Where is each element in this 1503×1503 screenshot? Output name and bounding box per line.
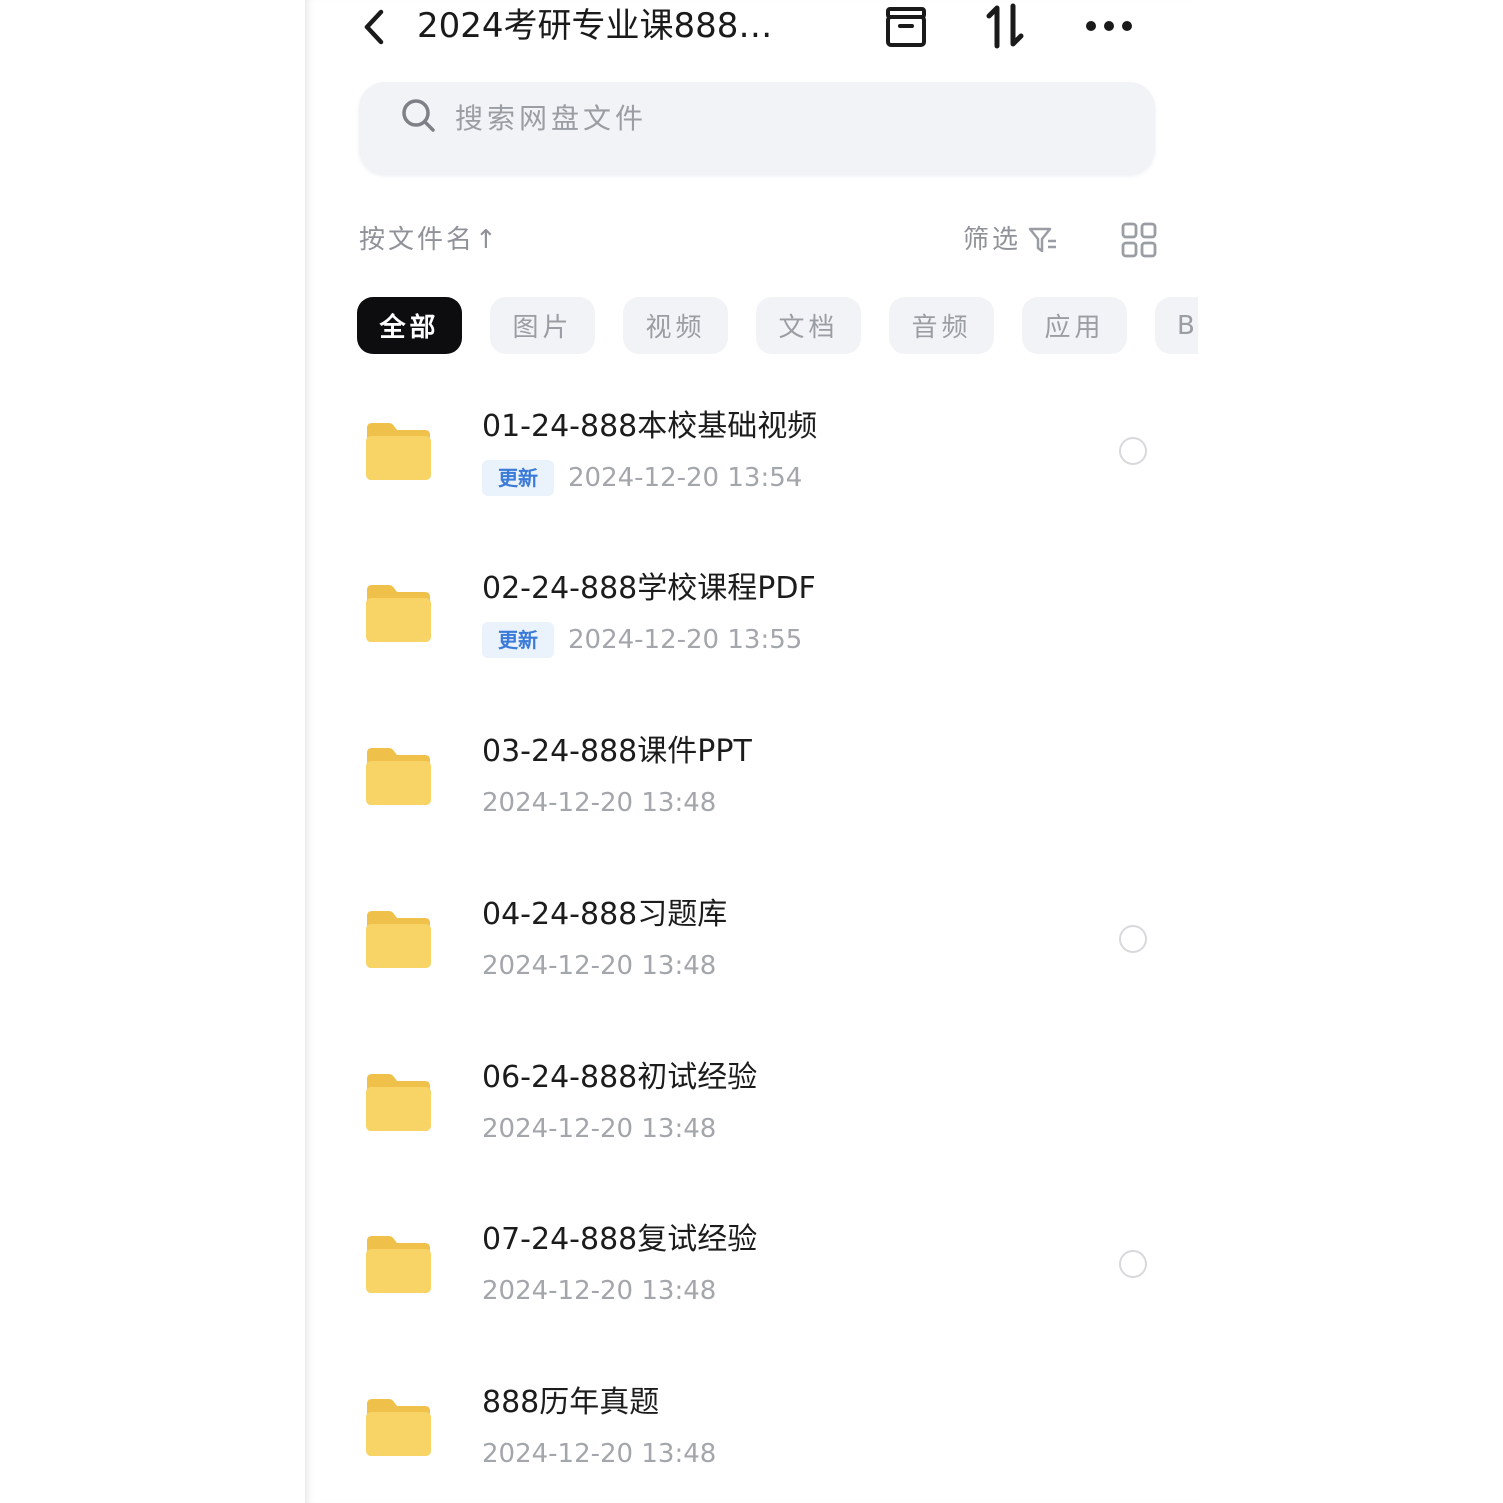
file-row[interactable]: 888历年真题 2024-12-20 13:48 [305, 1346, 1198, 1503]
file-row[interactable]: 04-24-888习题库 2024-12-20 13:48 [305, 858, 1198, 1018]
folder-icon [363, 582, 433, 644]
updated-badge: 更新 [482, 460, 554, 496]
tab-bt[interactable]: BT [1155, 297, 1198, 354]
file-meta: 2024-12-20 13:48 [482, 1271, 716, 1311]
file-date: 2024-12-20 13:48 [482, 951, 717, 981]
folder-icon [363, 1071, 433, 1133]
grid-view-icon[interactable] [1121, 222, 1157, 258]
select-radio[interactable] [1119, 1250, 1147, 1278]
file-row[interactable]: 07-24-888复试经验 2024-12-20 13:48 [305, 1183, 1198, 1343]
file-row[interactable]: 03-24-888课件PPT 2024-12-20 13:48 [305, 695, 1198, 855]
tab-apps[interactable]: 应用 [1022, 297, 1127, 354]
folder-icon [363, 420, 433, 482]
file-browser-screen: 2024考研专业课888… 按文件名↑ 筛选 [305, 0, 1198, 1503]
tab-audio[interactable]: 音频 [889, 297, 994, 354]
file-row[interactable]: 06-24-888初试经验 2024-12-20 13:48 [305, 1021, 1198, 1181]
file-row[interactable]: 01-24-888本校基础视频 更新 2024-12-20 13:54 [305, 370, 1198, 530]
file-row[interactable]: 02-24-888学校课程PDF 更新 2024-12-20 13:55 [305, 532, 1198, 692]
file-meta: 2024-12-20 13:48 [482, 946, 716, 986]
folder-icon [363, 1233, 433, 1295]
folder-icon [363, 908, 433, 970]
file-date: 2024-12-20 13:48 [482, 1114, 717, 1144]
file-date: 2024-12-20 13:55 [568, 625, 803, 655]
file-date: 2024-12-20 13:48 [482, 1439, 717, 1469]
folder-icon [363, 1396, 433, 1458]
search-input[interactable] [455, 96, 955, 140]
archive-button[interactable] [881, 0, 931, 52]
file-name: 07-24-888复试经验 [482, 1222, 758, 1257]
folder-icon [363, 745, 433, 807]
archive-icon [886, 7, 926, 47]
more-horizontal-icon [1086, 21, 1132, 31]
file-name: 04-24-888习题库 [482, 897, 728, 932]
file-name: 888历年真题 [482, 1385, 660, 1420]
file-name: 03-24-888课件PPT [482, 734, 752, 769]
sort-by-name-button[interactable]: 按文件名↑ [359, 220, 500, 260]
back-button[interactable] [355, 4, 395, 48]
search-icon [401, 98, 437, 134]
tab-videos[interactable]: 视频 [623, 297, 728, 354]
page-title: 2024考研专业课888… [417, 6, 773, 46]
select-radio[interactable] [1119, 925, 1147, 953]
file-meta: 更新 2024-12-20 13:55 [482, 620, 802, 660]
filter-icon[interactable] [1027, 224, 1059, 256]
file-meta: 2024-12-20 13:48 [482, 783, 716, 823]
file-date: 2024-12-20 13:54 [568, 463, 803, 493]
sort-swap-icon [986, 3, 1024, 49]
file-meta: 2024-12-20 13:48 [482, 1109, 716, 1149]
file-meta: 2024-12-20 13:48 [482, 1434, 716, 1474]
filter-button[interactable]: 筛选 [963, 220, 1021, 260]
tab-images[interactable]: 图片 [490, 297, 595, 354]
sort-order-button[interactable] [981, 0, 1031, 52]
file-date: 2024-12-20 13:48 [482, 788, 717, 818]
chevron-left-icon [364, 9, 384, 45]
background-left [0, 0, 305, 1503]
file-name: 02-24-888学校课程PDF [482, 571, 816, 606]
file-name: 01-24-888本校基础视频 [482, 409, 818, 444]
more-button[interactable] [1081, 0, 1137, 52]
file-meta: 更新 2024-12-20 13:54 [482, 458, 802, 498]
tab-all[interactable]: 全部 [357, 297, 462, 354]
file-name: 06-24-888初试经验 [482, 1060, 758, 1095]
select-radio[interactable] [1119, 437, 1147, 465]
file-date: 2024-12-20 13:48 [482, 1276, 717, 1306]
tab-documents[interactable]: 文档 [756, 297, 861, 354]
updated-badge: 更新 [482, 622, 554, 658]
